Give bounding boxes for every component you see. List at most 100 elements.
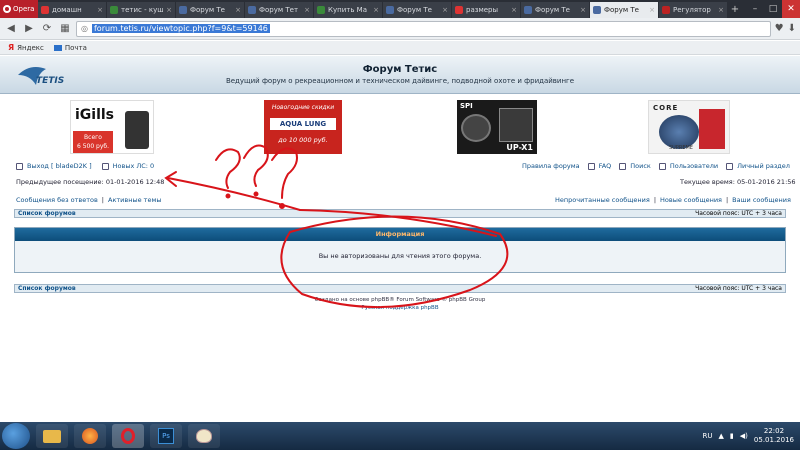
tab-close-icon[interactable]: × [373, 6, 379, 14]
download-icon[interactable]: ⬇ [788, 23, 796, 34]
faq-icon [587, 162, 595, 170]
private-area-link[interactable]: Личный раздел [737, 162, 790, 170]
tab-favicon-icon [179, 6, 187, 14]
forum-list-link-top[interactable]: Список форумов [18, 210, 76, 217]
browser-tab[interactable]: домашн × [38, 2, 106, 18]
watch-image-2 [499, 108, 533, 142]
timezone-top: Часовой пояс: UTC + 3 часа [695, 210, 782, 217]
forward-button[interactable]: ▶ [22, 22, 36, 36]
banner-core-side [699, 109, 725, 149]
browser-tab[interactable]: Форум Те × [521, 2, 589, 18]
maximize-button[interactable]: □ [764, 0, 782, 18]
private-area-icon [726, 162, 734, 170]
clock-date: 05.01.2016 [753, 436, 794, 444]
search-link[interactable]: Поиск [630, 162, 651, 170]
tab-close-icon[interactable]: × [580, 6, 586, 14]
tab-favicon-icon [593, 6, 601, 14]
clock[interactable]: 22:02 05.01.2016 [754, 427, 794, 445]
language-indicator[interactable]: RU [703, 432, 713, 440]
browser-tab[interactable]: тетис - кущ × [107, 2, 175, 18]
tray-arrow-icon[interactable]: ▲ [719, 432, 724, 440]
tab-close-icon[interactable]: × [304, 6, 310, 14]
start-button[interactable] [2, 423, 30, 449]
close-window-button[interactable]: ✕ [782, 0, 800, 18]
tab-close-icon[interactable]: × [235, 6, 241, 14]
tab-title: Форум Те [604, 6, 639, 14]
banner-upx1-brand: UP-X1 [506, 143, 533, 152]
footer-russian-support[interactable]: Русская поддержка phpBB [0, 304, 800, 312]
quick-links-right: Непрочитанные сообщения | Новые сообщени… [555, 196, 791, 204]
clock-time: 22:02 [763, 427, 785, 435]
bookmark-yandex-label: Яндекс [17, 43, 44, 52]
minimize-button[interactable]: – [746, 0, 764, 18]
tab-favicon-icon [317, 6, 325, 14]
footer-powered-by[interactable]: Создано на основе phpBB® Forum Software … [0, 296, 800, 304]
browser-tab[interactable]: Купить Ма × [314, 2, 382, 18]
new-tab-button[interactable]: + [728, 0, 742, 18]
browser-tab[interactable]: Форум Тет × [245, 2, 313, 18]
tab-close-icon[interactable]: × [166, 6, 172, 14]
quick-links-left: Сообщения без ответов | Активные темы [16, 196, 161, 204]
back-button[interactable]: ◀ [4, 22, 18, 36]
watch-image-1 [461, 114, 491, 142]
arrow-line [167, 177, 301, 211]
banner-igills-brand: iGills [75, 107, 115, 123]
firefox-taskbar-button[interactable] [74, 424, 106, 448]
your-posts-link[interactable]: Ваши сообщения [732, 196, 791, 204]
browser-tab[interactable]: Форум Те × [176, 2, 244, 18]
pm-icon [101, 162, 109, 170]
new-pm-link[interactable]: Новых ЛС: 0 [113, 162, 155, 170]
question-dot-2 [253, 191, 259, 197]
network-icon[interactable]: ▮ [730, 432, 734, 440]
bookmark-mail-label: Почта [64, 43, 87, 52]
quick-links-left-sep: | [101, 196, 104, 204]
browser-tab[interactable]: Форум Те × [590, 2, 658, 18]
url-text: forum.tetis.ru/viewtopic.php?f=9&t=59146 [91, 24, 270, 33]
url-input[interactable]: ◎ forum.tetis.ru/viewtopic.php?f=9&t=591… [76, 20, 771, 37]
tab-favicon-icon [110, 6, 118, 14]
explorer-taskbar-button[interactable] [36, 424, 68, 448]
opera-taskbar-button[interactable] [112, 424, 144, 448]
unread-link[interactable]: Непрочитанные сообщения [555, 196, 650, 204]
banner-aqualung[interactable]: Новогодние скидки AQUA LUNG до 10 000 ру… [264, 100, 342, 154]
users-link[interactable]: Пользователи [670, 162, 718, 170]
browser-tab[interactable]: Регулятор × [659, 2, 727, 18]
tab-close-icon[interactable]: × [718, 6, 724, 14]
banner-spi-upx1[interactable]: SPI UP-X1 [457, 100, 537, 154]
yandex-icon: Я [8, 43, 15, 52]
new-posts-link[interactable]: Новые сообщения [660, 196, 722, 204]
unanswered-link[interactable]: Сообщения без ответов [16, 196, 98, 204]
forum-description: Ведущий форум о рекреационном и техничес… [225, 77, 575, 85]
browser-tab[interactable]: размеры × [452, 2, 520, 18]
speed-dial-button[interactable]: ▦ [58, 22, 72, 36]
site-info-icon[interactable]: ◎ [81, 24, 88, 33]
timezone-bottom: Часовой пояс: UTC + 3 часа [695, 285, 782, 292]
tab-close-icon[interactable]: × [442, 6, 448, 14]
rules-link[interactable]: Правила форума [522, 162, 580, 170]
faq-link[interactable]: FAQ [599, 162, 612, 170]
bookmark-yandex[interactable]: Я Яндекс [8, 43, 44, 52]
logout-link[interactable]: Выход [ bladeD2K ] [27, 162, 92, 170]
paint-taskbar-button[interactable] [188, 424, 220, 448]
bookmark-heart-icon[interactable]: ♥ [775, 23, 784, 34]
forum-list-link-bottom[interactable]: Список форумов [18, 285, 76, 292]
opera-icon [3, 5, 11, 13]
explorer-icon [43, 429, 61, 443]
photoshop-taskbar-button[interactable]: Ps [150, 424, 182, 448]
tab-close-icon[interactable]: × [649, 6, 655, 14]
tab-favicon-icon [662, 6, 670, 14]
active-topics-link[interactable]: Активные темы [108, 196, 161, 204]
tab-favicon-icon [248, 6, 256, 14]
opera-menu-button[interactable]: Opera [0, 0, 38, 18]
browser-tab[interactable]: Форум Те × [383, 2, 451, 18]
banner-igills[interactable]: iGills Всего 6 500 руб. [70, 100, 154, 154]
bookmark-mail[interactable]: Почта [53, 43, 87, 52]
banner-core[interactable]: CORE SUPREME [648, 100, 730, 154]
reload-button[interactable]: ⟳ [40, 22, 54, 36]
tab-close-icon[interactable]: × [97, 6, 103, 14]
arrow-head [164, 171, 177, 187]
users-icon [658, 162, 666, 170]
question-dot-3 [279, 203, 285, 209]
tab-close-icon[interactable]: × [511, 6, 517, 14]
volume-icon[interactable]: ◀) [740, 432, 748, 440]
